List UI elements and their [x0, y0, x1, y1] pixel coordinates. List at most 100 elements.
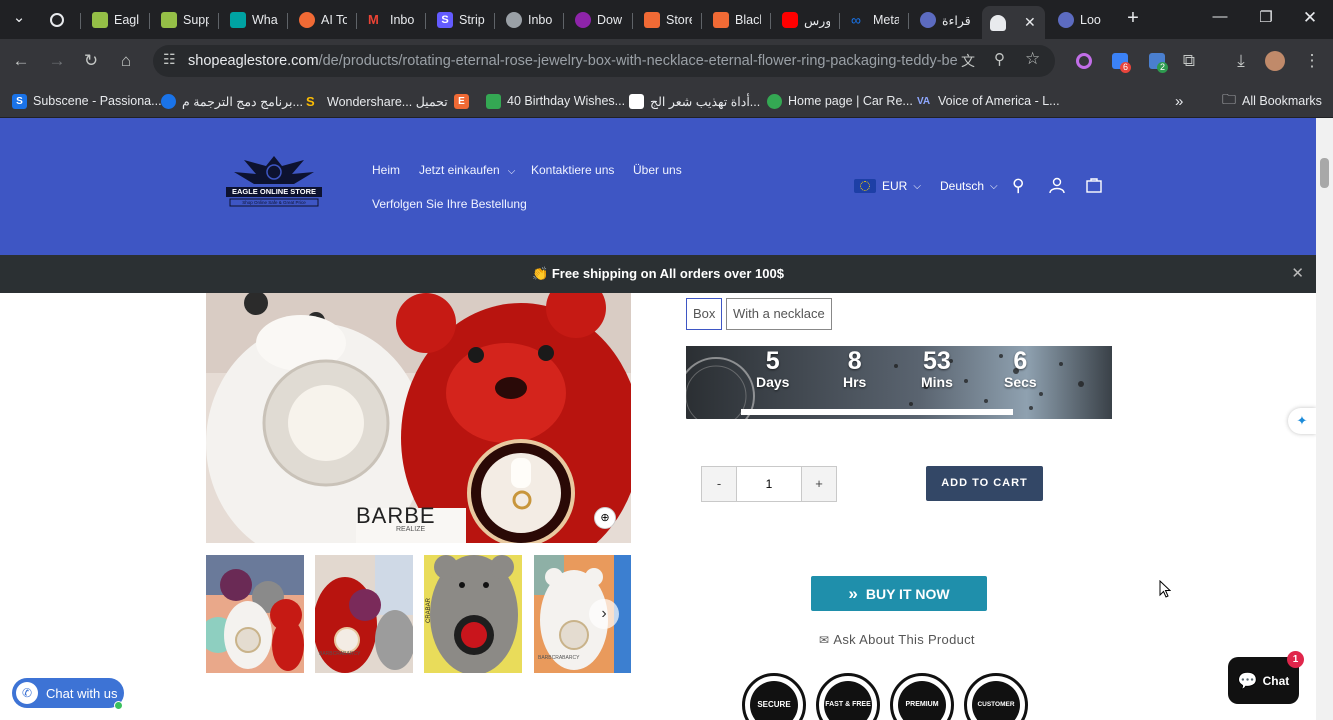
product-main-image[interactable]: BARBE REALIZE — [206, 293, 631, 543]
bookmarks-bar: S Subscene - Passiona... برنامج دمج الترج… — [0, 84, 1333, 118]
thumbnail-2[interactable]: BARBCRABARCY — [315, 555, 413, 673]
bookmark-1[interactable]: برنامج دمج الترجمة م... — [161, 90, 303, 112]
zoom-in-icon[interactable]: ⊕ — [594, 507, 616, 529]
settings-icon — [1058, 12, 1074, 28]
extension-badge: 6 — [1120, 62, 1132, 73]
tab-separator — [839, 13, 840, 29]
double-chevron-right-icon: » — [848, 584, 858, 603]
buy-now-button[interactable]: » BUY IT NOW — [811, 576, 987, 611]
tab-0[interactable] — [50, 6, 64, 34]
new-tab-icon[interactable]: + — [1121, 7, 1145, 30]
bookmark-0[interactable]: S Subscene - Passiona... — [12, 90, 162, 112]
bookmark-3[interactable]: E — [454, 90, 469, 112]
thumbnail-3[interactable]: CRABAR — [424, 555, 522, 673]
restore-icon[interactable]: ❐ — [1254, 8, 1278, 26]
url-text: shopeaglestore.com/de/products/rotating-… — [188, 53, 958, 69]
tab-10[interactable]: Black — [713, 6, 761, 34]
bookmark-5[interactable]: أداة تهذيب شعر الج... — [629, 90, 760, 112]
currency-selector[interactable]: EUR ⌵ — [854, 179, 921, 193]
download-icon — [575, 12, 591, 28]
home-icon[interactable]: ⌂ — [114, 49, 138, 73]
variant-box[interactable]: Box — [686, 298, 723, 330]
translate-icon[interactable]: 文 — [961, 51, 975, 71]
nav-about[interactable]: Über uns — [633, 163, 682, 177]
customer-badge-label: CUSTOMER 24/7 — [972, 681, 1020, 720]
tab-title: Eagl — [114, 13, 140, 27]
stripe-icon: S — [437, 12, 453, 28]
nav-contact[interactable]: Kontaktiere uns — [531, 163, 614, 177]
menu-kebab-icon[interactable]: ⋮ — [1300, 49, 1324, 73]
nav-shop-now[interactable]: Jetzt einkaufen ⌵ — [419, 163, 515, 177]
accessibility-widget-icon[interactable]: ✦ — [1288, 408, 1316, 434]
bookmark-2[interactable]: S Wondershare... تحميل — [306, 90, 448, 112]
forward-icon[interactable]: → — [45, 49, 69, 73]
fast-free-badge-label: FAST & FREE — [824, 681, 872, 720]
tab-3[interactable]: Wha — [230, 6, 278, 34]
quantity-decrease-button[interactable]: - — [702, 467, 736, 501]
url-path: /de/products/rotating-eternal-rose-jewel… — [318, 53, 958, 69]
scrollbar-thumb[interactable] — [1320, 158, 1329, 188]
tab-5[interactable]: M Inbo — [368, 6, 416, 34]
account-icon[interactable] — [1048, 176, 1066, 194]
tab-search-icon[interactable]: ⌄ — [7, 8, 31, 26]
store-logo[interactable]: EAGLE ONLINE STORE Shop Online Safe & Gr… — [222, 154, 326, 216]
reload-icon[interactable]: ↻ — [79, 49, 103, 73]
cart-icon[interactable] — [1085, 176, 1103, 194]
bookmark-4[interactable]: 40 Birthday Wishes... — [486, 90, 625, 112]
nav-home[interactable]: Heim — [372, 163, 400, 177]
chat-with-us-button[interactable]: ✆ Chat with us — [12, 678, 124, 710]
variant-necklace[interactable]: With a necklace — [726, 298, 832, 330]
chat-widget-button[interactable]: 💬 Chat 1 — [1228, 651, 1304, 704]
address-bar[interactable]: ☷ shopeaglestore.com/de/products/rotatin… — [153, 45, 1055, 77]
tab-2[interactable]: Supp — [161, 6, 209, 34]
tab-11[interactable]: كورس — [782, 6, 830, 34]
ask-about-product-link[interactable]: ✉ Ask About This Product — [819, 632, 975, 647]
eagle-logo-icon — [226, 156, 322, 207]
search-icon[interactable]: ⚲ — [1012, 176, 1024, 196]
bookmark-7[interactable]: VA Voice of America - L... — [917, 90, 1060, 112]
tab-title: Inbo — [528, 13, 553, 27]
thumbnail-caption: CRABAR — [426, 597, 432, 623]
buy-now-label: BUY IT NOW — [865, 586, 950, 602]
quantity-input[interactable]: 1 — [736, 467, 802, 501]
zoom-icon[interactable]: ⚲ — [994, 50, 1005, 68]
tab-14-active[interactable]: ✕ — [982, 6, 1045, 39]
nav-track-order[interactable]: Verfolgen Sie Ihre Bestellung — [372, 197, 527, 211]
gallery-next-icon[interactable]: › — [589, 599, 619, 629]
tab-close-icon[interactable]: ✕ — [1024, 14, 1036, 31]
minimize-icon[interactable]: — — [1208, 8, 1232, 25]
color-extension-icon[interactable] — [1072, 49, 1096, 73]
extension-2-icon[interactable]: 2 — [1145, 49, 1169, 73]
tab-separator — [80, 13, 81, 29]
chevron-down-icon: ⌵ — [990, 180, 998, 192]
tab-4[interactable]: AI To — [299, 6, 347, 34]
tab-15[interactable]: Loo — [1058, 6, 1106, 34]
bookmark-star-icon[interactable]: ☆ — [1025, 49, 1040, 69]
add-to-cart-button[interactable]: ADD TO CART — [926, 466, 1043, 501]
language-selector[interactable]: Deutsch ⌵ — [940, 179, 998, 193]
tab-13[interactable]: قراءة — [920, 6, 970, 34]
tab-7[interactable]: Inbo — [506, 6, 554, 34]
announcement-close-icon[interactable]: ✕ — [1291, 255, 1304, 293]
bookmark-6[interactable]: Home page | Car Re... — [767, 90, 913, 112]
quantity-increase-button[interactable]: + — [802, 467, 836, 501]
extensions-puzzle-icon[interactable]: ⧉ — [1177, 49, 1201, 73]
extension-1-icon[interactable]: 6 — [1108, 49, 1132, 73]
reading-icon — [920, 12, 936, 28]
profile-avatar[interactable] — [1263, 49, 1287, 73]
site-info-icon[interactable]: ☷ — [163, 51, 176, 68]
tab-8[interactable]: Dow — [575, 6, 623, 34]
countdown-timer: 5 Days 8 Hrs 53 Mins 6 Secs — [686, 346, 1112, 419]
shopify-icon — [92, 12, 108, 28]
window-close-icon[interactable]: ✕ — [1298, 8, 1322, 28]
tab-6[interactable]: S Strip — [437, 6, 485, 34]
tab-12[interactable]: ∞ Meta — [851, 6, 899, 34]
page-scrollbar[interactable] — [1316, 118, 1333, 720]
back-icon[interactable]: ← — [9, 49, 33, 73]
all-bookmarks[interactable]: 🗀 All Bookmarks — [1222, 90, 1322, 112]
thumbnail-1[interactable] — [206, 555, 304, 673]
tab-9[interactable]: Store — [644, 6, 692, 34]
tab-1[interactable]: Eagl — [92, 6, 140, 34]
downloads-icon[interactable]: ⤓ — [1229, 49, 1253, 73]
bookmarks-overflow-icon[interactable]: » — [1175, 90, 1183, 112]
